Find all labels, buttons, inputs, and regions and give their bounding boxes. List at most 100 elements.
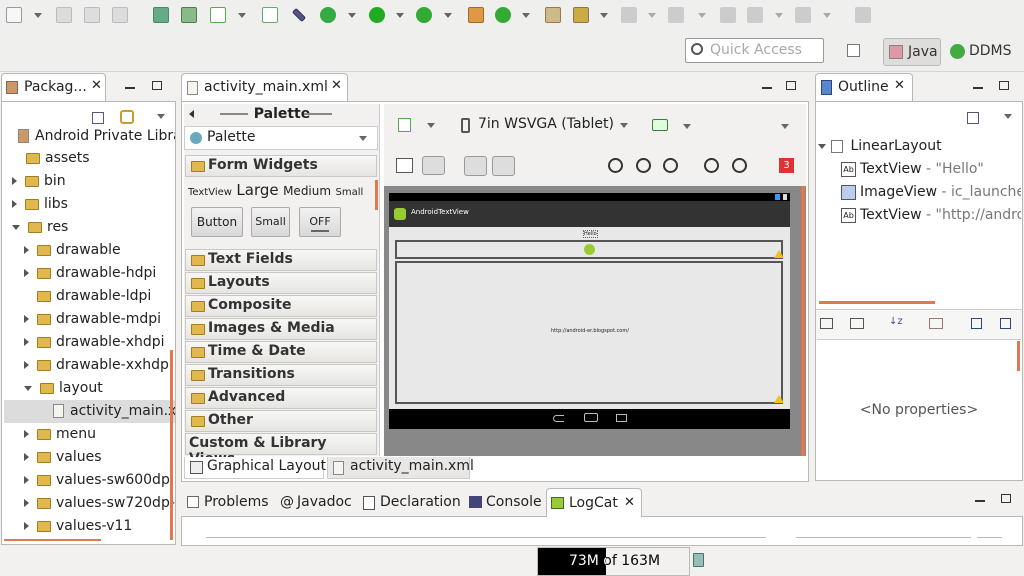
zoom-in-icon[interactable] — [732, 158, 747, 173]
tab-javadoc[interactable]: @ Javadoc — [277, 490, 358, 516]
tree-item[interactable]: values — [24, 446, 102, 469]
save-icon[interactable] — [56, 7, 72, 23]
last-edit-icon[interactable] — [720, 7, 736, 23]
pin-editor-icon[interactable] — [855, 7, 871, 23]
print-icon[interactable] — [112, 7, 128, 23]
orientation-dropdown-icon[interactable] — [683, 124, 691, 129]
trash-icon[interactable] — [693, 553, 704, 567]
open-perspective-icon[interactable] — [847, 44, 860, 57]
zoom-real-icon[interactable] — [636, 158, 651, 173]
expand-arrow-icon[interactable] — [24, 453, 29, 461]
tree-item[interactable]: drawable-ldpi — [37, 285, 151, 308]
avd-manager-icon[interactable] — [181, 7, 197, 23]
expand-arrow-icon[interactable] — [24, 522, 29, 530]
link-with-editor-icon[interactable] — [120, 110, 134, 124]
toggle-button-widget[interactable]: OFF — [299, 207, 341, 237]
textview-small-widget[interactable]: TextView — [188, 187, 232, 198]
new-icon[interactable] — [6, 7, 22, 23]
tree-item[interactable]: drawable-hdpi — [24, 262, 156, 285]
close-icon[interactable]: ✕ — [91, 78, 102, 93]
maximize-icon[interactable] — [999, 81, 1009, 90]
tree-item[interactable]: drawable-mdpi — [24, 308, 161, 331]
tree-item[interactable]: values-v11 — [24, 515, 132, 538]
open-type-icon[interactable] — [545, 7, 561, 23]
forward-dropdown-icon[interactable] — [823, 13, 831, 18]
home-nav-icon[interactable] — [584, 413, 598, 422]
expand-arrow-icon[interactable] — [12, 200, 17, 208]
palette-category-form-widgets[interactable]: Form Widgets — [185, 155, 377, 177]
lint-icon[interactable] — [210, 7, 226, 23]
tab-console[interactable]: Console — [466, 490, 544, 516]
new-android-project-icon[interactable] — [262, 7, 278, 23]
vertical-scrollbar[interactable] — [170, 350, 173, 540]
new-package-dropdown-icon[interactable] — [522, 13, 530, 18]
expand-arrow-icon[interactable] — [24, 476, 29, 484]
minimize-icon[interactable] — [973, 87, 983, 89]
back-dropdown-icon[interactable] — [775, 13, 783, 18]
search-dropdown-icon[interactable] — [600, 13, 608, 18]
properties-scrollbar[interactable] — [1017, 341, 1020, 371]
tree-item-selected[interactable]: activity_main.xml — [4, 400, 175, 423]
tab-outline[interactable]: Outline ✕ — [815, 73, 913, 101]
back-nav-icon[interactable] — [553, 415, 564, 422]
outline-item[interactable]: Ab TextView - "http://android-er.blogspo… — [840, 204, 1021, 227]
categories-icon[interactable] — [820, 318, 833, 329]
small-button-widget[interactable]: Small — [251, 207, 290, 237]
tree-item[interactable]: bin — [12, 170, 66, 193]
collapse-arrow-icon[interactable] — [24, 385, 32, 391]
sort-alpha-icon[interactable]: ↓z — [889, 316, 903, 330]
expand-arrow-icon[interactable] — [12, 177, 17, 185]
palette-scrollbar[interactable] — [375, 180, 378, 210]
close-icon[interactable]: ✕ — [331, 78, 342, 93]
expand-arrow-icon[interactable] — [24, 269, 29, 277]
new-package-icon[interactable] — [495, 7, 511, 23]
collapse-all-icon[interactable] — [967, 112, 979, 124]
collapse-palette-icon[interactable] — [189, 110, 194, 118]
expand-arrow-icon[interactable] — [24, 246, 29, 254]
outline-root[interactable]: LinearLayout — [818, 135, 942, 158]
config-chooser-icon[interactable] — [398, 118, 411, 132]
palette-category[interactable]: Other — [185, 410, 377, 432]
canvas-menu-icon[interactable] — [781, 124, 789, 129]
canvas-scrollbar[interactable] — [801, 186, 805, 456]
view-menu-icon[interactable] — [1004, 114, 1012, 119]
url-textview[interactable]: http://android-er.blogspot.com/ — [395, 261, 784, 404]
collapse-arrow-icon[interactable] — [818, 143, 826, 149]
recents-nav-icon[interactable] — [616, 414, 627, 422]
tree-item[interactable]: drawable-xxhdpi — [24, 354, 173, 377]
fill-height-icon[interactable] — [492, 156, 515, 176]
device-selector[interactable]: 7in WSVGA (Tablet) — [459, 116, 629, 136]
button-widget[interactable]: Button — [191, 207, 243, 237]
show-advanced-icon[interactable] — [850, 318, 864, 329]
debug-dropdown-icon[interactable] — [348, 13, 356, 18]
tree-item[interactable]: res — [12, 216, 68, 239]
drag-handle[interactable] — [220, 113, 248, 115]
perspective-java[interactable]: Java — [883, 38, 941, 66]
tree-item[interactable]: drawable — [24, 239, 121, 262]
palette-category[interactable]: Images & Media — [185, 318, 377, 340]
outline-item[interactable]: Ab TextView - "Hello" — [840, 158, 1021, 181]
debug-icon[interactable] — [320, 7, 336, 23]
expand-arrow-icon[interactable] — [24, 499, 29, 507]
fill-width-icon[interactable] — [464, 156, 487, 176]
layout-vertical-icon[interactable] — [422, 156, 445, 175]
lint-dropdown-icon[interactable] — [238, 13, 246, 18]
prev-annotation-icon[interactable] — [668, 7, 684, 23]
maximize-icon[interactable] — [152, 81, 162, 90]
run-dropdown-icon[interactable] — [396, 13, 404, 18]
palette-category[interactable]: Advanced — [185, 387, 377, 409]
tab-activity-main[interactable]: activity_main.xml ✕ — [181, 73, 348, 101]
palette-category[interactable]: Layouts — [185, 272, 377, 294]
tree-item[interactable]: assets — [26, 147, 90, 170]
layout-horizontal-icon[interactable] — [396, 158, 413, 173]
tab-problems[interactable]: Problems — [184, 490, 272, 516]
close-icon[interactable]: ✕ — [894, 78, 905, 93]
maximize-icon[interactable] — [786, 81, 796, 90]
small-text-widget[interactable]: Small — [336, 187, 364, 198]
palette-category[interactable]: Transitions — [185, 364, 377, 386]
error-count-badge[interactable]: 3 — [779, 158, 794, 173]
zoom-fit-icon[interactable] — [608, 158, 623, 173]
tree-item[interactable]: drawable-xhdpi — [24, 331, 165, 354]
minimize-icon[interactable] — [125, 87, 135, 89]
run-icon[interactable] — [369, 7, 385, 23]
